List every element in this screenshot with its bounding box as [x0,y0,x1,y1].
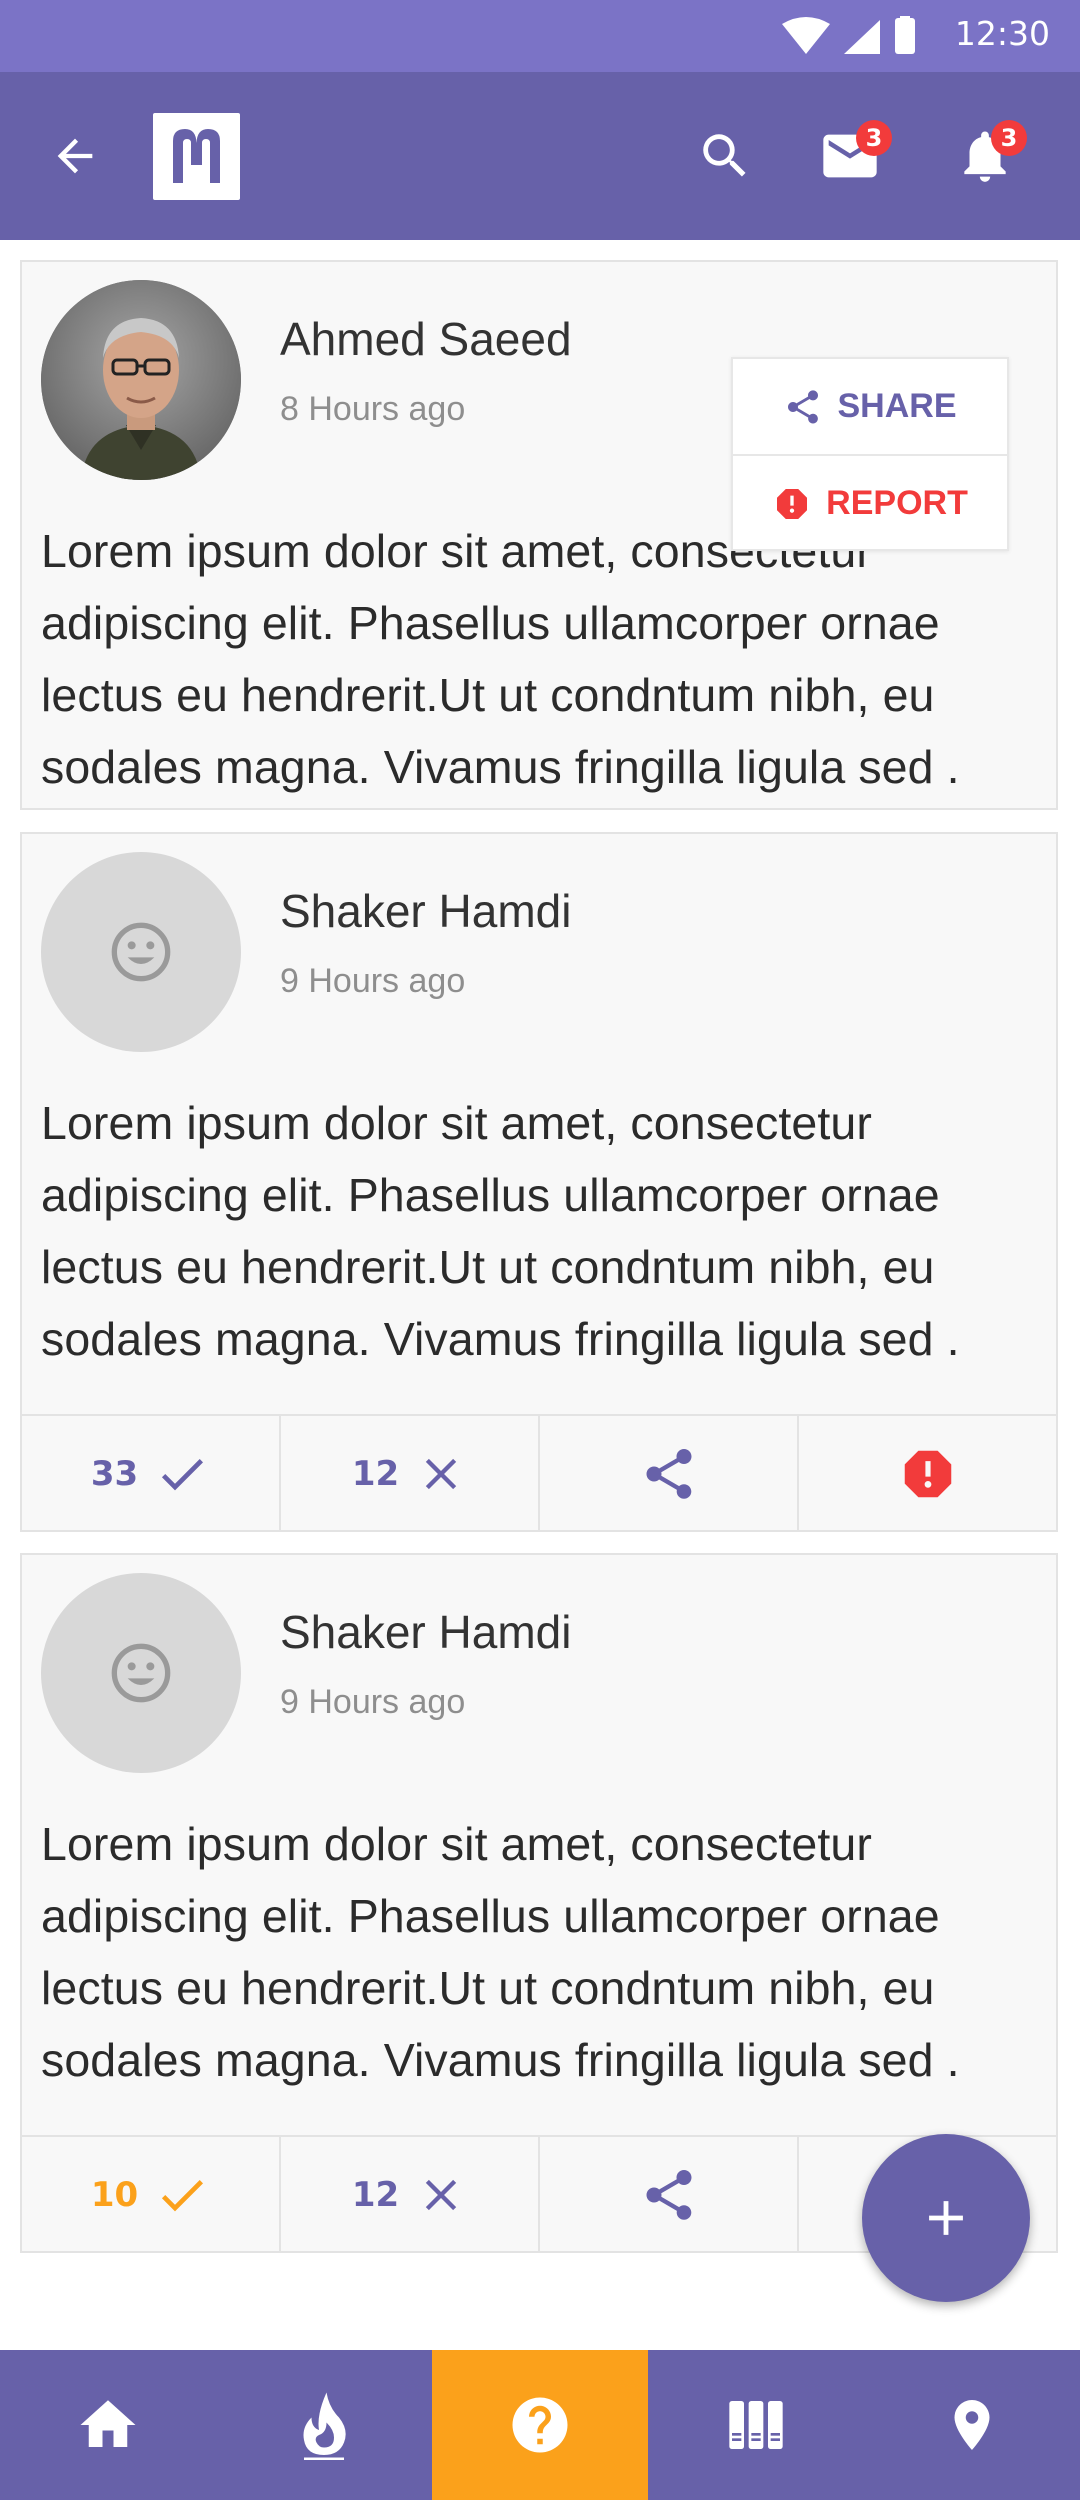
mail-badge: 3 [856,120,892,156]
author-name[interactable]: Ahmed Saeed [280,312,572,366]
app-logo[interactable] [153,113,240,200]
check-icon [162,1459,204,1491]
smiley-placeholder-icon [111,1643,171,1703]
post-options-menu: SHARE REPORT [731,357,1009,551]
share-icon [788,389,819,424]
share-icon [646,2170,691,2220]
fire-icon [303,2392,346,2460]
report-button[interactable] [799,1416,1056,1532]
library-icon [729,2401,783,2449]
notifications-button[interactable]: 3 [935,72,1035,240]
wifi-icon [782,17,830,54]
post-body: Lorem ipsum dolor sit amet, consectetur … [41,515,1061,803]
agree-count: 33 [90,1454,139,1494]
disagree-button[interactable]: 12 [281,1416,540,1532]
smiley-placeholder-icon [111,922,171,982]
post-body: Lorem ipsum dolor sit amet, consectetur … [41,1087,1061,1375]
cellular-signal-icon [844,20,880,54]
nav-trending[interactable] [216,2350,432,2500]
plus-icon [929,2201,963,2235]
nav-home[interactable] [0,2350,216,2500]
post-line: lectus eu hendrerit.Ut ut condntum nibh,… [41,1962,935,2014]
share-button[interactable] [540,1416,799,1532]
avatar [41,852,241,1052]
question-icon [512,2397,568,2453]
messages-button[interactable]: 3 [800,72,900,240]
agree-button[interactable]: 10 [22,2137,281,2253]
location-pin-icon [954,2400,990,2450]
post-line: Lorem ipsum dolor sit amet, consectetur [41,1097,872,1149]
share-button[interactable] [540,2137,799,2253]
back-button[interactable] [30,72,120,240]
home-icon [80,2400,136,2447]
agree-count: 10 [90,2175,139,2215]
nav-library[interactable] [648,2350,864,2500]
nav-location[interactable] [864,2350,1080,2500]
app-bar: 3 3 [0,72,1080,240]
post-actions: 33 12 [22,1414,1056,1532]
notification-badge: 3 [991,120,1027,156]
search-button[interactable] [680,72,770,240]
post-body: Lorem ipsum dolor sit amet, consectetur … [41,1808,1061,2096]
post-line: lectus eu hendrerit.Ut ut condntum nibh,… [41,669,935,721]
bottom-nav [0,2350,1080,2500]
status-bar: 12:30 [0,0,1080,72]
post-line: sodales magna. Vivamus fringilla ligula … [41,2034,960,2086]
add-post-button[interactable] [862,2134,1030,2302]
nav-questions[interactable] [432,2350,648,2500]
close-icon [425,2179,457,2211]
post-line: sodales magna. Vivamus fringilla ligula … [41,1313,960,1365]
disagree-button[interactable]: 12 [281,2137,540,2253]
logo-icon [173,129,220,183]
author-name[interactable]: Shaker Hamdi [280,884,571,938]
author-name[interactable]: Shaker Hamdi [280,1605,571,1659]
battery-icon [895,18,915,54]
post-time: 8 Hours ago [280,390,466,428]
report-icon [904,1450,951,1498]
post-line: adipiscing elit. Phasellus ullamcorper o… [41,1169,940,1221]
search-icon [703,134,746,177]
status-icons [782,16,922,56]
user-photo [41,280,241,480]
post-time: 9 Hours ago [280,962,466,1000]
report-menu-item[interactable]: REPORT [733,454,1007,551]
post-line: sodales magna. Vivamus fringilla ligula … [41,741,960,793]
share-label: SHARE [837,387,957,425]
report-icon [777,488,808,519]
agree-button[interactable]: 33 [22,1416,281,1532]
disagree-count: 12 [351,2175,400,2215]
status-time: 12:30 [954,14,1050,53]
post-line: adipiscing elit. Phasellus ullamcorper o… [41,1890,940,1942]
post-line: Lorem ipsum dolor sit amet, consectetur [41,1818,872,1870]
share-icon [646,1449,691,1499]
disagree-count: 12 [351,1454,400,1494]
post-time: 9 Hours ago [280,1683,466,1721]
check-icon [162,2180,204,2212]
close-icon [425,1458,457,1490]
post-card: Shaker Hamdi 9 Hours ago Lorem ipsum dol… [20,832,1058,1532]
report-label: REPORT [826,484,968,522]
post-line: adipiscing elit. Phasellus ullamcorper o… [41,597,940,649]
avatar [41,1573,241,1773]
avatar [41,280,241,480]
arrow-back-icon [57,138,93,174]
post-line: lectus eu hendrerit.Ut ut condntum nibh,… [41,1241,935,1293]
share-menu-item[interactable]: SHARE [733,359,1007,454]
